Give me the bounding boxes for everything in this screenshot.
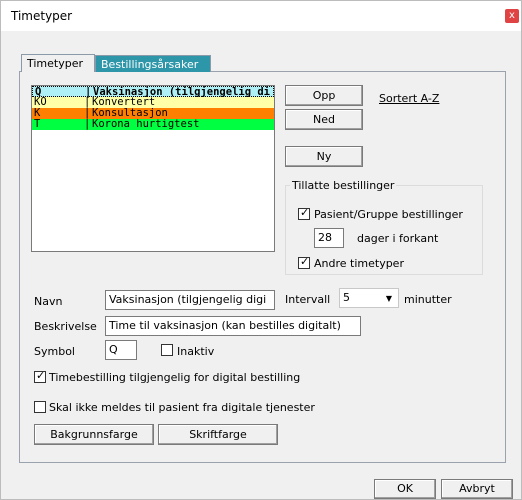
font-color-button[interactable]: Skriftfarge	[158, 424, 278, 445]
other-types-checkbox[interactable]	[298, 255, 310, 269]
no-report-checkbox[interactable]	[34, 401, 46, 413]
name-input[interactable]: Vaksinasjon (tilgjengelig digi	[105, 290, 275, 310]
window-title: Timetyper	[11, 9, 73, 23]
tab-timetyper[interactable]: Timetyper	[21, 54, 95, 72]
list-item-code: K	[34, 107, 41, 119]
tab-bestillingsarsaker-label: Bestillingsårsaker	[101, 58, 199, 71]
name-label: Navn	[34, 295, 63, 308]
inactive-label: Inaktiv	[177, 345, 215, 358]
digital-booking-label: Timebestilling tilgjengelig for digital …	[49, 371, 301, 384]
no-report-label: Skal ikke meldes til pasient fra digital…	[49, 401, 315, 414]
inactive-checkbox[interactable]	[161, 344, 173, 356]
cancel-button[interactable]: Avbryt	[441, 479, 513, 499]
tab-bestillingsarsaker[interactable]: Bestillingsårsaker	[95, 55, 211, 72]
interval-select[interactable]: 5 ▼	[339, 288, 399, 308]
close-icon[interactable]: x	[505, 9, 519, 23]
digital-booking-checkbox[interactable]	[34, 369, 46, 383]
list-item-name: Korona hurtigtest	[92, 118, 200, 130]
title-bar: Timetyper x	[1, 1, 521, 31]
allowed-bookings-title: Tillatte bestillinger	[290, 179, 397, 192]
days-ahead-label: dager i forkant	[357, 232, 439, 245]
other-types-label: Andre timetyper	[314, 257, 404, 270]
days-ahead-input[interactable]: 28	[314, 228, 344, 248]
symbol-label: Symbol	[34, 345, 75, 358]
sort-a-z-link[interactable]: Sortert A-Z	[379, 92, 439, 105]
patient-group-label: Pasient/Gruppe bestillinger	[314, 208, 463, 221]
description-label: Beskrivelse	[34, 320, 97, 333]
list-item-code: T	[34, 118, 41, 130]
move-up-button[interactable]: Opp	[285, 85, 363, 106]
background-color-button[interactable]: Bakgrunnsfarge	[34, 424, 154, 445]
new-button[interactable]: Ny	[285, 146, 363, 167]
list-item-code: KO	[34, 96, 47, 108]
interval-value: 5	[343, 291, 350, 304]
appointment-type-list[interactable]: Q | Vaksinasjon (tilgjengelig di KO | Konver…	[31, 85, 275, 252]
description-input[interactable]: Time til vaksinasjon (kan bestilles digi…	[105, 316, 361, 336]
chevron-down-icon: ▼	[385, 294, 392, 303]
ok-button[interactable]: OK	[374, 479, 436, 499]
interval-unit: minutter	[404, 293, 452, 306]
patient-group-checkbox[interactable]	[298, 206, 310, 220]
list-item[interactable]: T | Korona hurtigtest	[32, 119, 274, 130]
timetyper-dialog: Timetyper x Timetyper Bestillingsårsaker…	[0, 0, 522, 500]
tab-timetyper-label: Timetyper	[27, 57, 84, 70]
interval-label: Intervall	[285, 293, 331, 306]
symbol-input[interactable]: Q	[105, 340, 137, 360]
move-down-button[interactable]: Ned	[285, 109, 363, 130]
